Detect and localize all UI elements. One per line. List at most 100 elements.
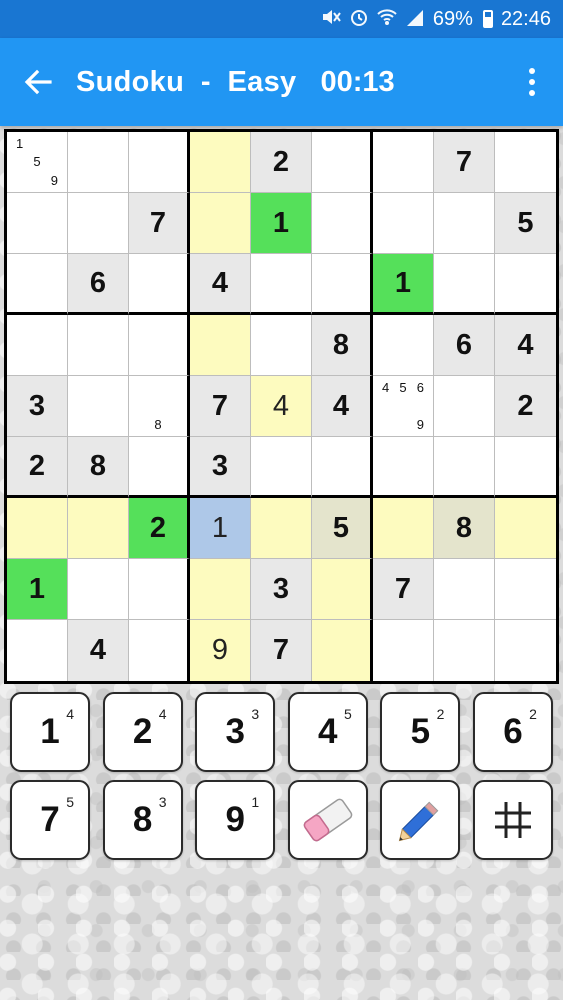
grid-cell[interactable] [129,437,190,498]
grid-cell[interactable] [495,437,556,498]
digit-key-7[interactable]: 75 [10,780,90,860]
grid-cell[interactable]: 1 [373,254,434,315]
grid-cell[interactable] [373,132,434,193]
grid-cell[interactable] [129,315,190,376]
grid-cell[interactable]: 4 [190,254,251,315]
grid-cell[interactable] [68,315,129,376]
grid-cell[interactable]: 2 [129,498,190,559]
digit-key-4[interactable]: 45 [287,692,368,772]
grid-cell[interactable]: 7 [251,620,312,681]
digit-key-5[interactable]: 52 [380,692,461,772]
grid-cell[interactable] [129,132,190,193]
grid-cell[interactable] [68,132,129,193]
grid-cell[interactable] [312,254,373,315]
grid-cell[interactable] [68,376,129,437]
grid-cell[interactable]: 2 [495,376,556,437]
grid-cell[interactable] [7,315,68,376]
grid-cell[interactable] [251,437,312,498]
cell-value: 4 [517,328,534,361]
grid-cell[interactable] [434,193,495,254]
grid-cell[interactable]: 8 [434,498,495,559]
grid-cell[interactable]: 1 [7,559,68,620]
grid-cell[interactable]: 1 [190,498,251,559]
grid-cell[interactable] [434,559,495,620]
grid-cell[interactable] [373,498,434,559]
grid-cell[interactable] [495,254,556,315]
grid-cell[interactable] [7,193,68,254]
grid-cell[interactable]: 2 [7,437,68,498]
grid-cell[interactable] [373,437,434,498]
grid-cell[interactable] [434,254,495,315]
grid-cell[interactable]: 8 [68,437,129,498]
grid-cell[interactable]: 7 [373,559,434,620]
grid-cell[interactable] [373,620,434,681]
grid-cell[interactable]: 4 [312,376,373,437]
grid-cell[interactable] [251,498,312,559]
digit-key-3[interactable]: 33 [195,692,276,772]
grid-cell[interactable]: 7 [190,376,251,437]
digit-key-2[interactable]: 24 [102,692,183,772]
digit-key-6[interactable]: 62 [472,692,553,772]
overflow-menu-button[interactable] [517,66,547,98]
grid-cell[interactable] [68,193,129,254]
grid-cell[interactable]: 6 [68,254,129,315]
more-vert-icon [529,68,535,74]
grid-cell[interactable] [129,620,190,681]
grid-cell[interactable] [7,254,68,315]
grid-cell[interactable]: 5 [495,193,556,254]
grid-cell[interactable] [251,315,312,376]
grid-cell[interactable]: 159 [7,132,68,193]
grid-cell[interactable] [495,132,556,193]
grid-cell[interactable] [7,498,68,559]
grid-cell[interactable]: 4 [68,620,129,681]
grid-cell[interactable] [68,559,129,620]
sudoku-grid: 1592771564186438744456922832158137497 [4,129,559,684]
grid-cell[interactable]: 7 [129,193,190,254]
grid-cell[interactable]: 3 [7,376,68,437]
digit-key-9[interactable]: 91 [195,780,276,860]
grid-cell[interactable]: 3 [190,437,251,498]
grid-cell[interactable]: 3 [251,559,312,620]
grid-cell[interactable]: 8 [129,376,190,437]
grid-cell[interactable] [129,559,190,620]
digit-key-1[interactable]: 14 [10,692,90,772]
grid-cell[interactable]: 1 [251,193,312,254]
grid-cell[interactable]: 8 [312,315,373,376]
grid-cell[interactable]: 7 [434,132,495,193]
grid-cell[interactable]: 2 [251,132,312,193]
grid-cell[interactable] [190,132,251,193]
grid-cell[interactable] [495,559,556,620]
grid-cell[interactable] [373,193,434,254]
grid-cell[interactable]: 456 9 [373,376,434,437]
grid-cell[interactable] [68,498,129,559]
grid-cell[interactable] [434,376,495,437]
eraser-button[interactable] [287,780,368,860]
grid-cell[interactable] [251,254,312,315]
grid-cell[interactable] [312,132,373,193]
grid-cell[interactable] [495,620,556,681]
grid-cell[interactable]: 5 [312,498,373,559]
grid-cell[interactable] [312,193,373,254]
grid-cell[interactable] [190,559,251,620]
grid-cell[interactable]: 9 [190,620,251,681]
grid-cell[interactable] [434,437,495,498]
grid-cell[interactable]: 4 [251,376,312,437]
grid-cell[interactable] [495,498,556,559]
grid-cell[interactable] [312,620,373,681]
notes-grid-button[interactable] [472,780,553,860]
grid-cell[interactable] [190,193,251,254]
cell-value: 3 [211,449,229,482]
grid-cell[interactable] [129,254,190,315]
grid-cell[interactable] [7,620,68,681]
grid-cell[interactable] [434,620,495,681]
grid-cell[interactable] [312,437,373,498]
grid-cell[interactable]: 4 [495,315,556,376]
digit-key-8[interactable]: 83 [102,780,183,860]
grid-cell[interactable] [312,559,373,620]
grid-cell[interactable] [190,315,251,376]
grid-cell[interactable] [373,315,434,376]
grid-cell[interactable]: 6 [434,315,495,376]
back-button[interactable] [0,38,76,126]
pencil-button[interactable] [380,780,461,860]
page-title: Sudoku - Easy [76,65,297,98]
